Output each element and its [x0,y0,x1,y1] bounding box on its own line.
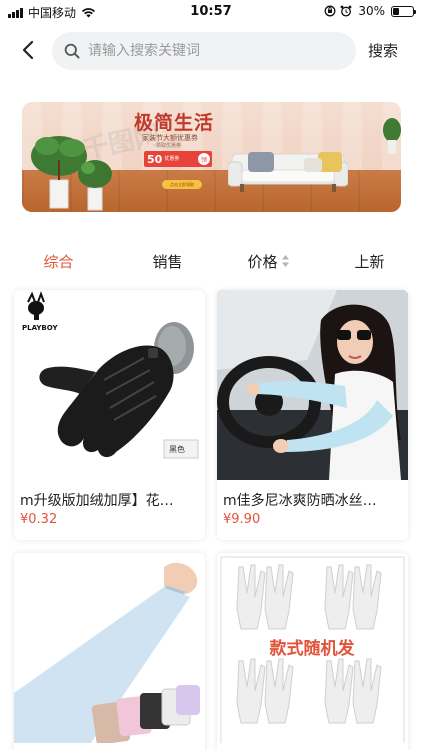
coupon-value: 50 [147,152,163,166]
color-tag-text: 黑色 [169,444,185,454]
rubber-gloves-image: 款式随机发 [220,556,405,743]
alarm-icon [340,5,352,17]
product-card[interactable]: PLAYBOY 黑色 m升级版加绒加厚】花… ¥0.32 [14,290,205,540]
product-card[interactable]: m佳多尼冰爽防晒冰丝… ¥9.90 [217,290,408,540]
back-button[interactable] [14,36,42,64]
banner-small-text: 领取优惠券 [156,143,182,149]
coupon-label: 优惠券 [164,155,180,162]
playboy-logo-icon [27,291,45,320]
sort-tabs: 综合 销售 价格 上新 [0,248,422,274]
tab-price[interactable]: 价格 [218,248,319,274]
brand-logo-text: PLAYBOY [22,324,58,332]
product-image [217,290,408,480]
product-price: ¥0.32 [20,512,58,527]
promo-banner[interactable]: 千图网 千图网 极简生活 家装节大额优惠券 领取优惠券 50 优惠券 领 点击立… [22,102,401,212]
tab-new-arrivals[interactable]: 上新 [319,248,420,274]
banner-claim-button[interactable]: 点击立即领取 [162,180,202,189]
small-plant-icon [383,118,401,154]
tab-comprehensive[interactable]: 综合 [0,248,117,274]
product-title: m升级版加绒加厚】花… [20,493,174,509]
product-card[interactable] [14,553,205,750]
product-image: 款式随机发 [217,553,408,743]
chevron-left-icon [22,40,34,60]
search-icon [64,43,80,59]
search-box[interactable] [52,32,356,70]
tab-sales[interactable]: 销售 [117,248,218,274]
search-input[interactable] [88,43,328,59]
plant-illustration [31,136,112,211]
product-price: ¥9.90 [223,512,261,527]
coupon-tag: 50 优惠券 领 [144,151,212,167]
search-button[interactable]: 搜索 [368,40,398,61]
arm-sleeve-image [14,562,200,743]
product-title: m佳多尼冰爽防晒冰丝… [223,493,377,509]
product-card[interactable]: 款式随机发 [217,553,408,750]
product-image [14,553,205,743]
banner-title: 极简生活 [134,112,215,134]
overlay-text: 款式随机发 [270,638,356,659]
product-image: PLAYBOY 黑色 [14,290,205,480]
orientation-lock-icon [324,5,336,17]
battery-icon [391,5,416,17]
sofa-illustration [228,152,348,192]
search-header: 搜索 [0,30,422,72]
gloves-image: PLAYBOY 黑色 [22,291,199,459]
sun-sleeve-image [217,290,408,480]
status-right: 30% [324,4,416,18]
sort-icon [281,255,289,267]
status-bar: 中国移动 10:57 30% [0,0,422,24]
battery-percent: 30% [358,4,385,18]
coupon-badge: 领 [198,153,210,165]
